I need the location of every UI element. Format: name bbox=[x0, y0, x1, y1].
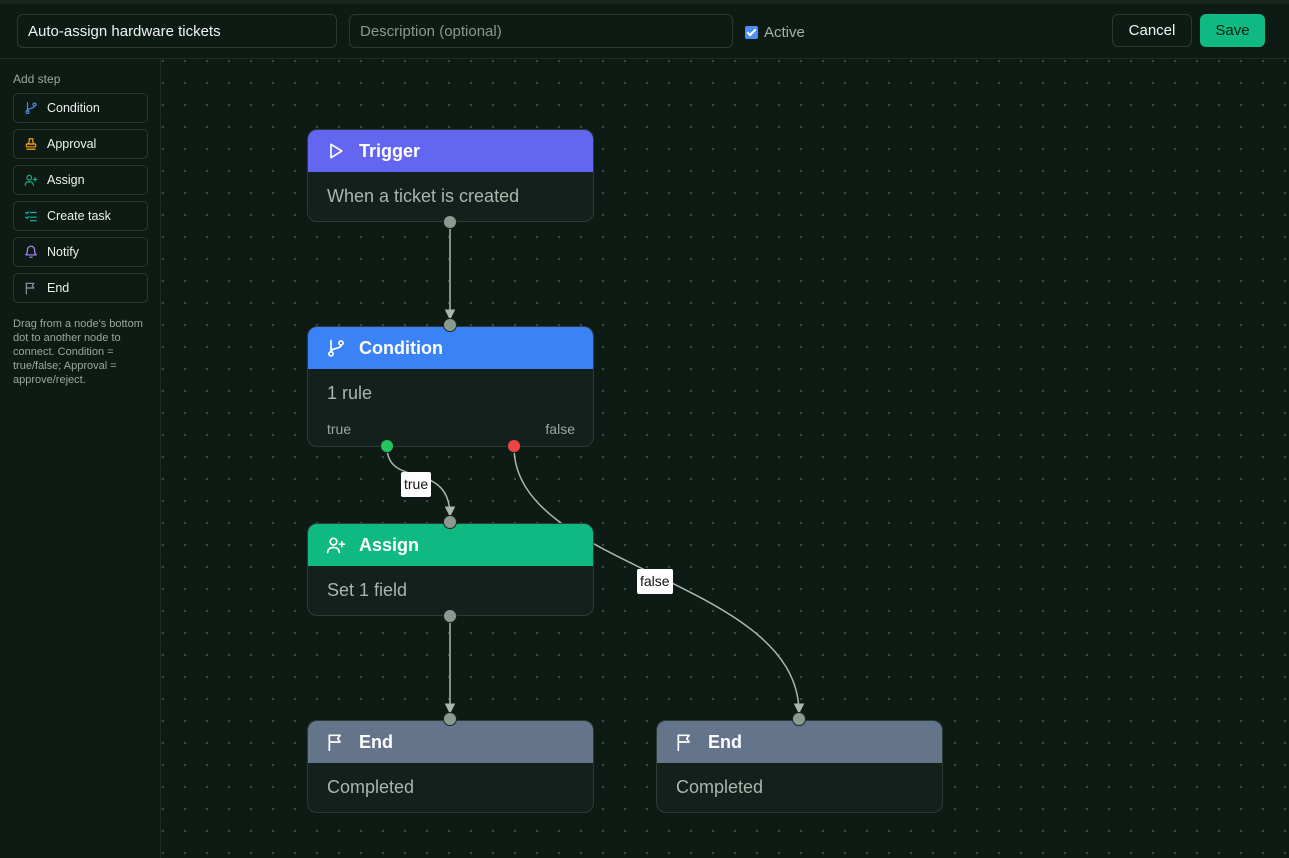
list-checks-icon bbox=[25, 211, 37, 222]
node-header: End bbox=[657, 721, 942, 763]
node-header: End bbox=[308, 721, 593, 763]
palette-item-label: Condition bbox=[47, 101, 100, 115]
edge-label-false: false bbox=[637, 569, 673, 594]
palette-item-label: Assign bbox=[47, 173, 85, 187]
git-branch-icon bbox=[25, 102, 37, 115]
node-header: Assign bbox=[308, 524, 593, 566]
node-header: Condition bbox=[308, 327, 593, 369]
node-header: Trigger bbox=[308, 130, 593, 172]
palette-item-label: End bbox=[47, 281, 70, 295]
palette-item-assign[interactable]: Assign bbox=[13, 165, 148, 195]
edge-label-true: true bbox=[401, 472, 432, 497]
node-body: Completed bbox=[327, 777, 415, 797]
user-plus-icon bbox=[24, 174, 38, 186]
branch-false-label: false bbox=[545, 421, 575, 437]
node-trigger[interactable]: Trigger When a ticket is created bbox=[307, 129, 594, 222]
palette-item-label: Create task bbox=[47, 209, 111, 223]
palette-item-end[interactable]: End bbox=[13, 273, 148, 303]
node-body: 1 rule true false bbox=[308, 369, 593, 446]
handle-assign-in[interactable] bbox=[443, 515, 457, 529]
palette-item-condition[interactable]: Condition bbox=[13, 93, 148, 123]
node-assign[interactable]: Assign Set 1 field bbox=[307, 523, 594, 616]
user-plus-icon bbox=[326, 537, 346, 554]
git-branch-icon bbox=[328, 339, 344, 357]
cancel-button[interactable]: Cancel bbox=[1112, 14, 1192, 47]
palette-title: Add step bbox=[13, 72, 61, 86]
save-button[interactable]: Save bbox=[1200, 14, 1265, 47]
node-end-2[interactable]: End Completed bbox=[656, 720, 943, 813]
workflow-name-value: Auto-assign hardware tickets bbox=[28, 22, 221, 40]
handle-condition-true[interactable] bbox=[380, 439, 394, 453]
node-body: Completed bbox=[676, 777, 764, 797]
node-title: End bbox=[359, 731, 393, 752]
node-end-1[interactable]: End Completed bbox=[307, 720, 594, 813]
node-condition[interactable]: Condition 1 rule true false bbox=[307, 326, 594, 447]
workflow-editor: Auto-assign hardware tickets Description… bbox=[0, 0, 1289, 858]
top-bar: Auto-assign hardware tickets Description… bbox=[0, 0, 1289, 59]
branch-true-label: true bbox=[327, 421, 352, 437]
flag-icon bbox=[25, 282, 35, 295]
node-body-text: 1 rule bbox=[327, 383, 373, 403]
handle-assign-out[interactable] bbox=[443, 609, 457, 623]
flag-icon bbox=[328, 734, 341, 752]
step-palette: Add step Condition Approval Assign Creat… bbox=[0, 59, 161, 858]
stamp-icon bbox=[25, 138, 37, 150]
play-icon bbox=[330, 143, 343, 159]
node-title: End bbox=[708, 731, 742, 752]
handle-condition-in[interactable] bbox=[443, 318, 457, 332]
bell-icon bbox=[25, 245, 37, 258]
handle-end2-in[interactable] bbox=[792, 712, 806, 726]
palette-item-notify[interactable]: Notify bbox=[13, 237, 148, 267]
flag-icon bbox=[677, 734, 690, 752]
description-placeholder: Description (optional) bbox=[360, 22, 502, 40]
node-title: Trigger bbox=[359, 140, 421, 161]
active-label: Active bbox=[764, 23, 805, 41]
handle-trigger-out[interactable] bbox=[443, 215, 457, 229]
handle-end1-in[interactable] bbox=[443, 712, 457, 726]
palette-item-label: Notify bbox=[47, 245, 79, 259]
handle-condition-false[interactable] bbox=[507, 439, 521, 453]
active-checkbox[interactable] bbox=[745, 25, 758, 39]
palette-item-label: Approval bbox=[47, 137, 97, 151]
node-title: Condition bbox=[359, 337, 443, 358]
palette-item-approval[interactable]: Approval bbox=[13, 129, 148, 159]
node-title: Assign bbox=[359, 534, 420, 555]
workflow-name-input[interactable]: Auto-assign hardware tickets bbox=[17, 14, 337, 48]
active-toggle[interactable]: Active bbox=[745, 22, 805, 42]
palette-item-create-task[interactable]: Create task bbox=[13, 201, 148, 231]
workflow-canvas[interactable]: Trigger When a ticket is created Conditi… bbox=[161, 59, 1289, 858]
node-body: Set 1 field bbox=[327, 580, 408, 600]
workflow-description-input[interactable]: Description (optional) bbox=[349, 14, 733, 48]
palette-hint: Drag from a node's bottom dot to another… bbox=[13, 318, 143, 386]
node-body: When a ticket is created bbox=[327, 186, 520, 206]
